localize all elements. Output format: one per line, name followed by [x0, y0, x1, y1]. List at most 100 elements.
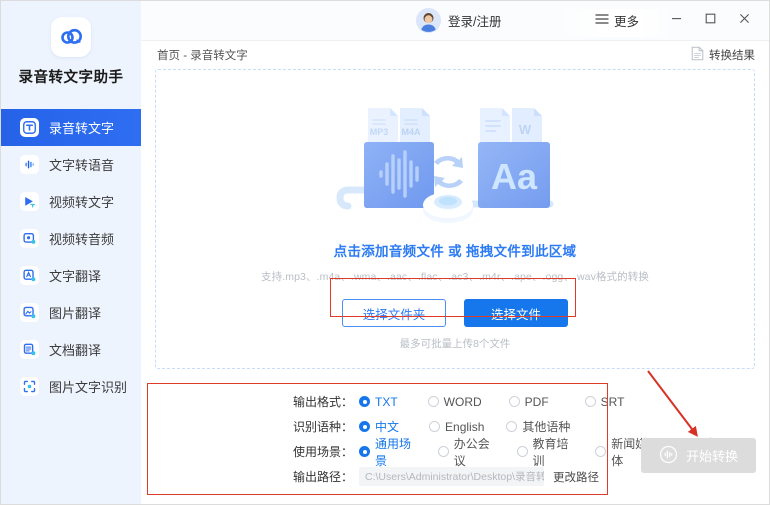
radio-output-txt[interactable]: TXT	[359, 395, 398, 409]
radio-output-pdf[interactable]: PDF	[508, 394, 549, 409]
breadcrumb-bar: 首页 - 录音转文字 转换结果	[141, 41, 769, 69]
radio-dot	[506, 421, 518, 432]
sidebar-item-label: 视频转文字	[49, 195, 115, 210]
radio-dot	[359, 396, 370, 407]
breadcrumb[interactable]: 首页 - 录音转文字	[157, 47, 248, 63]
output-format-row: 输出格式： TXT WORD PDF SRT	[293, 389, 743, 414]
radio-dot	[359, 421, 370, 432]
radio-label: SRT	[600, 394, 625, 409]
radio-dot	[429, 421, 441, 432]
sidebar-item-label: 图片文字识别	[49, 380, 128, 395]
radio-label: PDF	[524, 394, 549, 409]
sidebar-item-video-to-text[interactable]: 视频转文字	[1, 183, 141, 220]
sidebar-item-text-translate[interactable]: 文字翻译	[1, 257, 141, 294]
radio-output-srt[interactable]: SRT	[584, 394, 625, 409]
mp3-tag: MP3	[368, 108, 398, 142]
radio-dot	[584, 396, 596, 407]
title-bar: 登录/注册 更多	[141, 1, 769, 41]
conversion-result-label: 转换结果	[709, 50, 755, 62]
sidebar-item-ocr[interactable]: 图片文字识别	[1, 368, 141, 405]
sidebar-item-text-to-speech[interactable]: 文字转语音	[1, 146, 141, 183]
word-tag: W	[512, 108, 542, 142]
sidebar-item-label: 视频转音频	[49, 232, 115, 247]
sidebar-item-image-translate[interactable]: 图片翻译	[1, 294, 141, 331]
change-path-button[interactable]: 更改路径	[553, 469, 599, 485]
output-path-label: 输出路径：	[293, 470, 354, 484]
dropzone-hint-main: 点击添加音频文件 或 拖拽文件到此区域	[333, 244, 577, 259]
radio-dot	[437, 446, 449, 457]
svg-text:Aa: Aa	[491, 156, 538, 197]
output-format-label: 输出格式：	[293, 395, 354, 409]
video-to-text-icon	[20, 192, 39, 211]
waveform-icon	[20, 155, 39, 174]
sidebar-item-label: 图片翻译	[49, 306, 102, 321]
radio-label: WORD	[443, 394, 482, 409]
minimize-button[interactable]	[659, 6, 693, 36]
minimize-icon	[670, 12, 683, 30]
radio-language-english[interactable]: English	[429, 420, 484, 434]
image-translate-icon	[20, 303, 39, 322]
upload-limit-note: 最多可批量上传8个文件	[399, 338, 511, 350]
radio-dot	[516, 446, 528, 457]
start-conversion-label: 开始转换	[685, 449, 738, 464]
brand-name: 录音转文字助手	[18, 70, 124, 86]
sidebar: 录音转文字助手 录音转文字 文字转语音 视频转文字 视频转音频 文字翻译 图片翻…	[1, 1, 141, 504]
maximize-button[interactable]	[693, 6, 727, 36]
sidebar-item-video-to-audio[interactable]: 视频转音频	[1, 220, 141, 257]
radio-dot	[359, 446, 370, 457]
radio-label: 教育培训	[532, 436, 569, 468]
radio-scenario-general[interactable]: 通用场景	[359, 435, 416, 469]
doc-translate-icon	[20, 340, 39, 359]
svg-text:W: W	[519, 122, 532, 137]
radio-label: 办公会议	[453, 436, 490, 468]
m4a-tag: M4A	[400, 108, 430, 142]
waveform-circle-icon	[659, 445, 678, 467]
close-button[interactable]	[727, 6, 761, 36]
radio-scenario-office[interactable]: 办公会议	[437, 435, 495, 469]
close-icon	[738, 12, 751, 30]
radio-label: TXT	[375, 394, 398, 409]
conversion-result-button[interactable]: 转换结果	[691, 46, 755, 64]
select-folder-button[interactable]: 选择文件夹	[342, 299, 446, 327]
hamburger-icon	[595, 13, 609, 28]
radio-scenario-education[interactable]: 教育培训	[516, 435, 574, 469]
text-t-icon	[20, 118, 39, 137]
select-file-button[interactable]: 选择文件	[464, 299, 568, 327]
main-area: 登录/注册 更多 首页 - 录音转文字 转换结果 MP3 M4A W Aa 点击…	[141, 1, 769, 504]
svg-text:MP3: MP3	[370, 127, 389, 137]
start-conversion-button[interactable]: 开始转换	[641, 438, 756, 473]
radio-dot	[595, 446, 607, 457]
language-label: 识别语种：	[293, 420, 354, 434]
svg-text:M4A: M4A	[401, 127, 421, 137]
file-dropzone[interactable]: MP3 M4A W Aa 点击添加音频文件 或 拖拽文件到此区域 支持.mp3、…	[155, 69, 755, 369]
brand-header: 录音转文字助手	[1, 1, 141, 87]
dropzone-hint-formats: 支持.mp3、.m4a、.wma、.aac、.flac、.ac3、.m4r、.a…	[261, 271, 649, 283]
radio-label: 其他语种	[522, 420, 571, 434]
sidebar-nav: 录音转文字 文字转语音 视频转文字 视频转音频 文字翻译 图片翻译 文档翻译 图…	[1, 109, 141, 405]
speech-bubbles-logo-icon	[51, 17, 91, 57]
radio-dot	[427, 396, 439, 407]
user-avatar	[416, 8, 441, 33]
ocr-scan-icon	[20, 377, 39, 396]
text-translate-icon	[20, 266, 39, 285]
video-to-audio-icon	[20, 229, 39, 248]
sync-arrows-icon	[434, 156, 463, 188]
sidebar-item-label: 文字翻译	[49, 269, 102, 284]
output-path-field[interactable]: C:\Users\Administrator\Desktop\录音转文...	[359, 467, 544, 486]
more-label: 更多	[613, 15, 639, 29]
sidebar-item-audio-to-text[interactable]: 录音转文字	[1, 109, 141, 146]
window-controls: 更多	[585, 6, 761, 36]
sidebar-item-label: 文档翻译	[49, 343, 102, 358]
sidebar-item-doc-translate[interactable]: 文档翻译	[1, 331, 141, 368]
radio-label: 通用场景	[375, 436, 412, 468]
doc-tag	[480, 108, 510, 142]
maximize-icon	[704, 12, 717, 30]
radio-output-word[interactable]: WORD	[427, 394, 482, 409]
scenario-label: 使用场景：	[293, 445, 354, 459]
sidebar-item-label: 录音转文字	[49, 121, 115, 136]
more-menu-button[interactable]: 更多	[585, 7, 649, 34]
account-login-button[interactable]: 登录/注册	[416, 8, 501, 33]
conversion-illustration: MP3 M4A W Aa	[330, 88, 580, 238]
radio-language-other[interactable]: 其他语种	[506, 418, 570, 435]
radio-language-chinese[interactable]: 中文	[359, 418, 399, 435]
